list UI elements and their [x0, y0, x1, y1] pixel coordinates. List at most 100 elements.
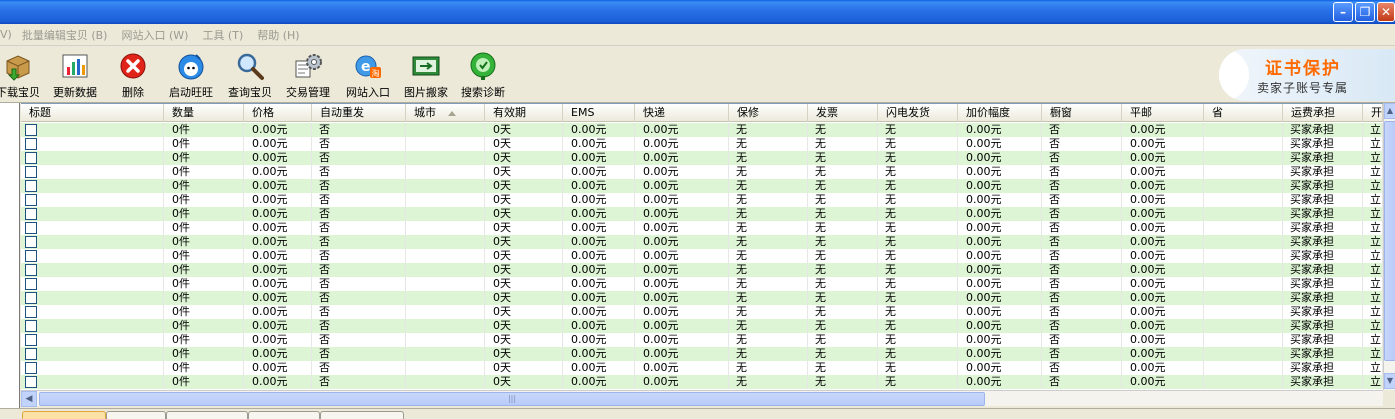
- close-button[interactable]: ✕: [1377, 2, 1395, 22]
- site-entry-button[interactable]: e淘 网站入口: [342, 51, 394, 101]
- row-checkbox[interactable]: [25, 362, 37, 374]
- cell-markup: 0.00元: [958, 193, 1042, 207]
- cell-express: 0.00元: [635, 137, 729, 151]
- scroll-down-button[interactable]: ▼: [1384, 373, 1395, 389]
- table-row[interactable]: 0件 0.00元否 0天 0.00元 0.00元无无无 0.00元否 0.00元 买家承担立: [21, 347, 1383, 361]
- menu-item-tools[interactable]: 工具 (T): [202, 27, 243, 43]
- column-header-quantity[interactable]: 数量: [164, 104, 244, 122]
- row-checkbox[interactable]: [25, 334, 37, 346]
- row-checkbox[interactable]: [25, 278, 37, 290]
- cell-ems: 0.00元: [563, 249, 635, 263]
- row-checkbox[interactable]: [25, 180, 37, 192]
- table-row[interactable]: 0件 0.00元否 0天 0.00元 0.00元无无无 0.00元否 0.00元 买家承担立: [21, 319, 1383, 333]
- query-items-button[interactable]: 查询宝贝: [224, 51, 276, 101]
- column-header-province[interactable]: 省: [1204, 104, 1283, 122]
- table-row[interactable]: 0件 0.00元否 0天 0.00元 0.00元无无无 0.00元否 0.00元 买家承担立: [21, 165, 1383, 179]
- vertical-scroll-thumb[interactable]: [1384, 121, 1395, 361]
- row-checkbox[interactable]: [25, 138, 37, 150]
- cell-shipping-payer: 买家承担: [1283, 151, 1363, 165]
- table-row[interactable]: 0件 0.00元否 0天 0.00元 0.00元无无无 0.00元否 0.00元 买家承担立: [21, 375, 1383, 389]
- cell-ems: 0.00元: [563, 291, 635, 305]
- table-row[interactable]: 0件 0.00元否 0天 0.00元 0.00元无无无 0.00元否 0.00元 买家承担立: [21, 221, 1383, 235]
- menu-item-help[interactable]: 帮助 (H): [257, 27, 299, 43]
- row-checkbox[interactable]: [25, 320, 37, 332]
- row-checkbox[interactable]: [25, 222, 37, 234]
- cell-warranty: 无: [729, 221, 808, 235]
- column-header-flash-ship[interactable]: 闪电发货: [878, 104, 958, 122]
- row-checkbox[interactable]: [25, 348, 37, 360]
- row-checkbox[interactable]: [25, 376, 37, 388]
- row-checkbox[interactable]: [25, 124, 37, 136]
- update-data-button[interactable]: 更新数据: [49, 51, 101, 101]
- cell-title: [21, 137, 164, 151]
- row-checkbox[interactable]: [25, 264, 37, 276]
- table-row[interactable]: 0件 0.00元否 0天 0.00元 0.00元无无无 0.00元否 0.00元 买家承担立: [21, 249, 1383, 263]
- table-row[interactable]: 0件 0.00元否 0天 0.00元 0.00元无无无 0.00元否 0.00元 买家承担立: [21, 361, 1383, 375]
- table-row[interactable]: 0件 0.00元否 0天 0.00元 0.00元无无无 0.00元否 0.00元 买家承担立: [21, 179, 1383, 193]
- row-checkbox[interactable]: [25, 236, 37, 248]
- cell-province: [1204, 291, 1283, 305]
- table-row[interactable]: 0件 0.00元否 0天 0.00元 0.00元无无无 0.00元否 0.00元 买家承担立: [21, 193, 1383, 207]
- bottom-tab-3[interactable]: [166, 411, 248, 419]
- cell-title: [21, 235, 164, 249]
- row-checkbox[interactable]: [25, 166, 37, 178]
- trade-manage-button[interactable]: 交易管理: [282, 51, 334, 101]
- table-row[interactable]: 0件 0.00元否 0天 0.00元 0.00元无无无 0.00元否 0.00元 买家承担立: [21, 137, 1383, 151]
- row-checkbox[interactable]: [25, 152, 37, 164]
- table-row[interactable]: 0件 0.00元否 0天 0.00元 0.00元无无无 0.00元否 0.00元 买家承担立: [21, 123, 1383, 137]
- delete-button[interactable]: 删除: [113, 51, 153, 101]
- column-header-city[interactable]: 城市: [406, 104, 485, 122]
- row-checkbox[interactable]: [25, 194, 37, 206]
- menu-item-site-entry[interactable]: 网站入口 (W): [121, 27, 188, 43]
- search-diagnose-button[interactable]: 搜索诊断: [457, 51, 509, 101]
- table-row[interactable]: 0件 0.00元否 0天 0.00元 0.00元无无无 0.00元否 0.00元 买家承担立: [21, 291, 1383, 305]
- menu-item-batch-edit[interactable]: 批量编辑宝贝 (B): [22, 27, 108, 43]
- cell-shipping-payer: 买家承担: [1283, 333, 1363, 347]
- horizontal-scroll-thumb[interactable]: |||: [39, 392, 985, 406]
- horizontal-scrollbar[interactable]: ◀ |||: [21, 390, 1383, 407]
- column-header-express[interactable]: 快递: [635, 104, 729, 122]
- column-header-price[interactable]: 价格: [244, 104, 312, 122]
- column-header-warranty[interactable]: 保修: [729, 104, 808, 122]
- cell-markup: 0.00元: [958, 207, 1042, 221]
- column-header-shipping-payer[interactable]: 运费承担: [1283, 104, 1363, 122]
- table-row[interactable]: 0件 0.00元否 0天 0.00元 0.00元无无无 0.00元否 0.00元 买家承担立: [21, 277, 1383, 291]
- table-row[interactable]: 0件 0.00元否 0天 0.00元 0.00元无无无 0.00元否 0.00元 买家承担立: [21, 305, 1383, 319]
- row-checkbox[interactable]: [25, 208, 37, 220]
- bottom-tab-5[interactable]: [320, 411, 404, 419]
- column-header-showcase[interactable]: 橱窗: [1042, 104, 1122, 122]
- table-row[interactable]: 0件 0.00元否 0天 0.00元 0.00元无无无 0.00元否 0.00元 买家承担立: [21, 207, 1383, 221]
- row-checkbox[interactable]: [25, 292, 37, 304]
- menu-item-cut[interactable]: V): [0, 28, 12, 41]
- start-wangwang-button[interactable]: 启动旺旺: [165, 51, 217, 101]
- cell-invoice: 无: [808, 193, 878, 207]
- scroll-left-button[interactable]: ◀: [21, 391, 37, 407]
- minimize-button[interactable]: –: [1333, 2, 1353, 22]
- bottom-tab-1[interactable]: [22, 411, 106, 419]
- bottom-tab-2[interactable]: [106, 411, 166, 419]
- image-move-button[interactable]: 图片搬家: [400, 51, 452, 101]
- row-checkbox[interactable]: [25, 306, 37, 318]
- cell-surface-mail: 0.00元: [1122, 263, 1204, 277]
- table-row[interactable]: 0件 0.00元否 0天 0.00元 0.00元无无无 0.00元否 0.00元 买家承担立: [21, 263, 1383, 277]
- scroll-up-button[interactable]: ▲: [1384, 103, 1395, 119]
- column-header-auto-relist[interactable]: 自动重发: [312, 104, 406, 122]
- column-header-markup[interactable]: 加价幅度: [958, 104, 1042, 122]
- column-header-ems[interactable]: EMS: [563, 104, 635, 122]
- vertical-scrollbar[interactable]: ▲ ▼: [1383, 103, 1395, 390]
- column-header-validity[interactable]: 有效期: [485, 104, 563, 122]
- row-checkbox[interactable]: [25, 250, 37, 262]
- download-items-button[interactable]: 下载宝贝: [0, 51, 42, 101]
- table-row[interactable]: 0件 0.00元否 0天 0.00元 0.00元无无无 0.00元否 0.00元 买家承担立: [21, 235, 1383, 249]
- certificate-banner[interactable]: 证书保护 卖家子账号专属: [1219, 49, 1395, 101]
- table-row[interactable]: 0件 0.00元否 0天 0.00元 0.00元无无无 0.00元否 0.00元 买家承担立: [21, 333, 1383, 347]
- cell-price: 0.00元: [244, 305, 312, 319]
- column-header-title[interactable]: 标题: [21, 104, 164, 122]
- cell-invoice: 无: [808, 333, 878, 347]
- column-header-open[interactable]: 开: [1363, 104, 1383, 122]
- column-header-surface-mail[interactable]: 平邮: [1122, 104, 1204, 122]
- table-row[interactable]: 0件 0.00元否 0天 0.00元 0.00元无无无 0.00元否 0.00元 买家承担立: [21, 151, 1383, 165]
- column-header-invoice[interactable]: 发票: [808, 104, 878, 122]
- restore-button[interactable]: ❐: [1355, 2, 1375, 22]
- bottom-tab-4[interactable]: [248, 411, 320, 419]
